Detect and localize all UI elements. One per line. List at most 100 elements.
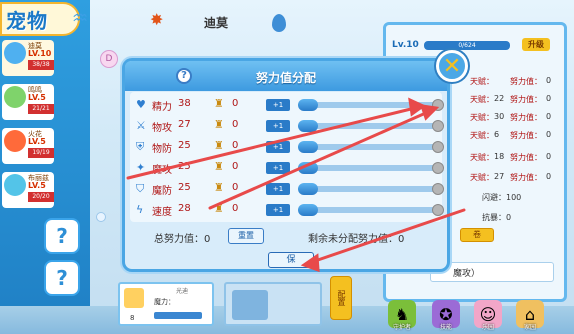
pet-level: LV.5: [28, 181, 46, 190]
total-effort-value: 0: [204, 234, 211, 245]
remaining-effort-value: 0: [398, 234, 405, 245]
medal-icon: ♜: [214, 160, 224, 173]
stat-effort: 0: [232, 182, 239, 193]
tianfu-value: 30: [494, 112, 505, 121]
stat-value: 27: [178, 119, 191, 130]
stat-slider-track[interactable]: [298, 165, 438, 171]
question-button[interactable]: ?: [44, 218, 80, 254]
stat-label: 物防: [152, 144, 172, 155]
pet-avatar: [4, 86, 26, 108]
stat-value: 38: [178, 98, 191, 109]
tianfu-value: 18: [494, 152, 505, 161]
pet-hp: 20/20: [28, 192, 54, 202]
stat-label: 魔防: [152, 186, 172, 197]
stat-slider-track[interactable]: [298, 207, 438, 213]
stat-slider-handle[interactable]: [298, 183, 318, 195]
pet-main-name: 迪莫: [204, 16, 229, 30]
modal-header: 努力值分配: [125, 61, 447, 91]
close-button[interactable]: ✕: [436, 50, 468, 82]
d-badge-icon: D: [100, 50, 118, 68]
plus-one-button[interactable]: +1: [266, 162, 290, 174]
medal-icon: ♜: [214, 118, 224, 131]
stat-label: 精力: [152, 102, 172, 113]
stat-slider-handle[interactable]: [298, 120, 318, 132]
pet-title-banner: 宠物: [0, 2, 80, 36]
plus-one-button[interactable]: +1: [266, 204, 290, 216]
effort-value: 0: [546, 152, 552, 161]
pet-level: LV.10: [28, 49, 52, 58]
effort-value: 0: [546, 94, 552, 103]
pet-hp: 38/38: [28, 60, 54, 70]
stat-effort: 0: [232, 119, 239, 130]
star-icon: ✸: [150, 10, 164, 29]
tianfu-label: 天赋：: [470, 77, 494, 86]
slider-max-knob[interactable]: [432, 141, 444, 153]
plus-one-button[interactable]: +1: [266, 141, 290, 153]
tianfu-label: 天赋：: [470, 113, 494, 122]
medal-icon: ♜: [214, 139, 224, 152]
medal-icon: ♜: [214, 97, 224, 110]
slider-max-knob[interactable]: [432, 183, 444, 195]
tianfu-value: 6: [494, 130, 500, 139]
total-effort-label: 总努力值：0: [154, 230, 210, 245]
slider-max-knob[interactable]: [432, 162, 444, 174]
pet-list-panel: 宠物 ♒ 迪莫 LV.10 38/38 鸣鸣 LV.5 21/21 火花 LV.…: [0, 0, 90, 334]
plus-one-button[interactable]: +1: [266, 120, 290, 132]
pet-card-1[interactable]: 迪莫 LV.10 38/38: [2, 40, 54, 76]
magic-shield-icon: ⛉: [136, 182, 145, 195]
pet-card-2[interactable]: 鸣鸣 LV.5 21/21: [2, 84, 54, 120]
stat-slider-handle[interactable]: [298, 99, 318, 111]
stat-slider-track[interactable]: [298, 123, 438, 129]
slot-inner: [232, 290, 268, 320]
stat-slider-track[interactable]: [298, 102, 438, 108]
stat-slider-handle[interactable]: [298, 141, 318, 153]
pet-avatar: [4, 130, 26, 152]
stat-slider-handle[interactable]: [298, 162, 318, 174]
stat-effort: 0: [232, 98, 239, 109]
allocation-tab[interactable]: 配置: [330, 276, 352, 320]
tianfu-label: 天赋：: [470, 173, 494, 182]
remaining-effort-text: 剩余未分配努力值：: [308, 234, 398, 245]
shield-icon: ⛨: [136, 140, 145, 153]
question-button-2[interactable]: ?: [44, 260, 80, 296]
stat-effort: 0: [232, 203, 239, 214]
pet-avatar: [124, 288, 144, 308]
stat-slider-handle[interactable]: [298, 204, 318, 216]
tianfu-label: 天赋：: [470, 153, 494, 162]
sword-icon: ⚔: [136, 119, 146, 132]
plus-one-button[interactable]: +1: [266, 183, 290, 195]
stat-label: 速度: [152, 207, 172, 218]
coupon-button[interactable]: 卷: [460, 228, 494, 242]
lightning-icon: ϟ: [136, 203, 144, 216]
pet-level: LV.5: [28, 137, 46, 146]
pet-card-4[interactable]: 布丽兹 LV.5 20/20: [2, 172, 54, 208]
effort-label: 努力值：: [510, 131, 542, 140]
slider-max-knob[interactable]: [432, 99, 444, 111]
pet-level-label: Lv.10: [392, 40, 419, 50]
pet-title: 宠物: [6, 8, 48, 33]
plus-one-button[interactable]: +1: [266, 99, 290, 111]
tianfu-value: 27: [494, 172, 505, 181]
stat-slider-track[interactable]: [298, 144, 438, 150]
modal-title: 努力值分配: [255, 71, 316, 85]
park-label: 乐园: [481, 324, 494, 331]
slider-max-knob[interactable]: [432, 120, 444, 132]
home-label: 家园: [523, 324, 536, 331]
effort-label: 努力值：: [510, 95, 542, 104]
help-icon[interactable]: ?: [176, 68, 192, 84]
reset-button[interactable]: 重置: [228, 228, 264, 244]
exp-bar: 0/624: [424, 41, 510, 50]
stat-slider-track[interactable]: [298, 186, 438, 192]
water-drop-icon: [272, 14, 286, 32]
pet-level: LV.5: [28, 93, 46, 102]
slider-max-knob[interactable]: [432, 204, 444, 216]
resist-stat: 抗暴：0: [482, 213, 512, 222]
upgrade-button[interactable]: 升级: [522, 38, 550, 51]
save-button[interactable]: 保: [268, 252, 314, 268]
pet-card-3[interactable]: 火花 LV.5 19/19: [2, 128, 54, 164]
pet-hp: 21/21: [28, 104, 54, 114]
heart-icon: ♥: [136, 98, 146, 111]
stat-value: 25: [178, 182, 191, 193]
empty-slot: [224, 282, 322, 326]
tianfu-label: 天赋：: [470, 95, 494, 104]
